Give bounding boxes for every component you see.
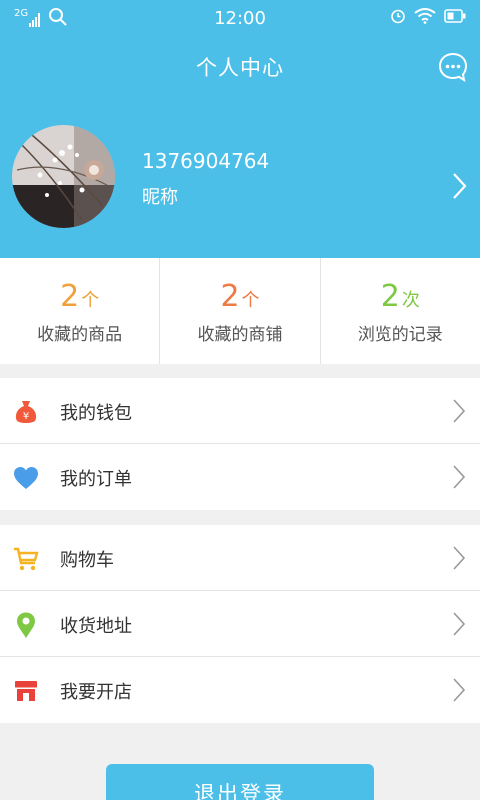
- menu-label: 我的订单: [60, 469, 132, 490]
- profile-phone: 1376904764: [142, 149, 270, 173]
- menu-item-address[interactable]: 收货地址: [0, 591, 480, 657]
- alarm-icon: [391, 9, 405, 24]
- logout-button[interactable]: 退出登录: [106, 764, 374, 800]
- stat-favorite-products[interactable]: 2个 收藏的商品: [0, 258, 161, 364]
- chevron-right-icon[interactable]: [450, 171, 468, 201]
- avatar-image: [12, 125, 115, 228]
- battery-icon: [444, 9, 466, 23]
- menu-label: 我要开店: [60, 682, 132, 703]
- status-right: [390, 8, 466, 24]
- stat-value: 2次: [321, 280, 480, 314]
- stat-value: 2个: [160, 280, 319, 314]
- menu-item-orders[interactable]: 我的订单: [0, 444, 480, 510]
- profile-nickname: 昵称: [142, 187, 178, 208]
- chevron-right-icon: [453, 546, 466, 570]
- profile-header: 个人中心 1376904764 昵称: [0, 34, 480, 258]
- stat-label: 收藏的商品: [37, 325, 123, 345]
- avatar[interactable]: [12, 125, 115, 228]
- message-button[interactable]: [437, 51, 469, 83]
- chevron-right-icon: [453, 399, 466, 423]
- chevron-right-icon: [453, 678, 466, 702]
- stat-number: 2: [220, 279, 240, 314]
- heart-icon: [14, 467, 38, 489]
- menu-label: 购物车: [60, 550, 114, 571]
- menu-group-shopping: 购物车 收货地址 我要开店: [0, 525, 480, 723]
- money-bag-icon: ¥: [15, 401, 37, 423]
- stat-number: 2: [60, 279, 80, 314]
- stat-value: 2个: [0, 280, 159, 314]
- menu-label: 我的钱包: [60, 403, 132, 424]
- menu-item-cart[interactable]: 购物车: [0, 525, 480, 591]
- stat-unit: 次: [401, 290, 420, 311]
- page-title: 个人中心: [196, 56, 284, 80]
- stat-label: 浏览的记录: [357, 325, 443, 345]
- stat-browse-history[interactable]: 2次 浏览的记录: [321, 258, 480, 364]
- stat-unit: 个: [241, 290, 260, 311]
- menu-item-wallet[interactable]: ¥ 我的钱包: [0, 378, 480, 444]
- menu-group-account: ¥ 我的钱包 我的订单: [0, 378, 480, 510]
- stat-favorite-shops[interactable]: 2个 收藏的商铺: [160, 258, 321, 364]
- stat-unit: 个: [81, 290, 100, 311]
- chevron-right-icon: [453, 612, 466, 636]
- shop-icon: [15, 681, 37, 701]
- menu-label: 收货地址: [60, 616, 132, 637]
- cart-icon: [14, 547, 39, 571]
- status-bar: 2G 12:00: [0, 0, 480, 34]
- stat-number: 2: [380, 279, 400, 314]
- wifi-icon: [414, 8, 436, 24]
- stat-label: 收藏的商铺: [197, 325, 283, 345]
- svg-text:¥: ¥: [23, 411, 29, 422]
- menu-item-open-shop[interactable]: 我要开店: [0, 657, 480, 723]
- location-pin-icon: [17, 612, 35, 638]
- chevron-right-icon: [453, 465, 466, 489]
- stats-bar: 2个 收藏的商品 2个 收藏的商铺 2次 浏览的记录: [0, 258, 480, 364]
